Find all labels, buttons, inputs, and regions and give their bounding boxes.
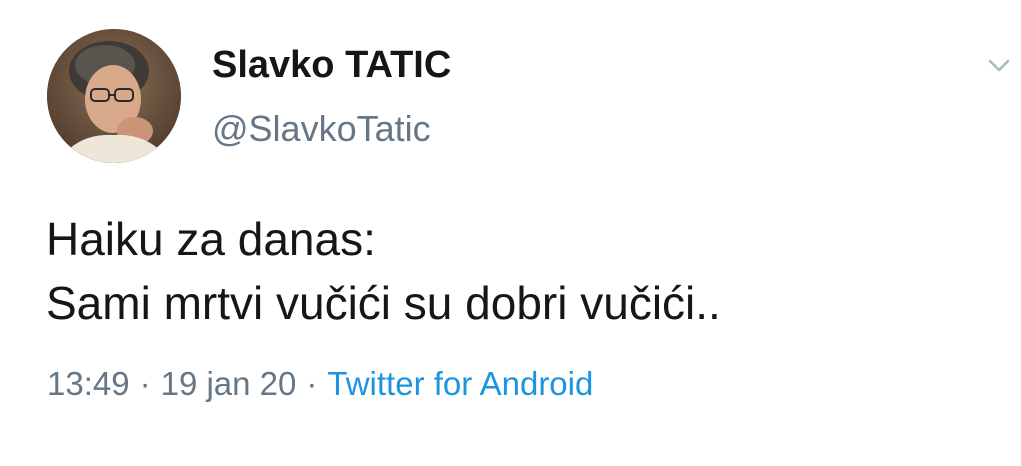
tweet-meta: 13:49 · 19 jan 20 · Twitter for Android — [47, 362, 593, 406]
tweet-time[interactable]: 13:49 — [47, 365, 130, 402]
author-display-name[interactable]: Slavko TATIC — [212, 42, 451, 88]
tweet-card: Slavko TATIC @SlavkoTatic Haiku za danas… — [0, 0, 1021, 466]
tweet-date[interactable]: 19 jan 20 — [161, 365, 297, 402]
separator: · — [306, 365, 318, 402]
tweet-text-line: Haiku za danas: — [46, 213, 376, 265]
tweet-source-link[interactable]: Twitter for Android — [327, 365, 593, 402]
separator: · — [139, 365, 151, 402]
tweet-text: Haiku za danas: Sami mrtvi vučići su dob… — [46, 207, 721, 335]
tweet-text-line: Sami mrtvi vučići su dobri vučići.. — [46, 277, 721, 329]
author-handle[interactable]: @SlavkoTatic — [212, 107, 431, 151]
avatar[interactable] — [47, 29, 181, 163]
chevron-down-icon[interactable] — [984, 50, 1014, 80]
